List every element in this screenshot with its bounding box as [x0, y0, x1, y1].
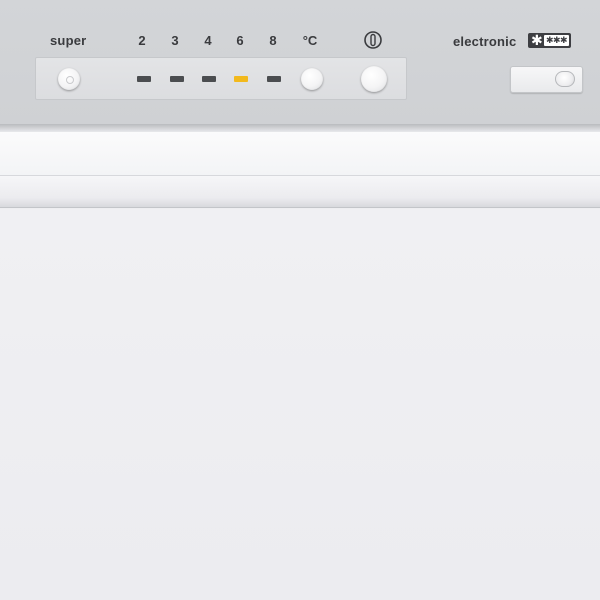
temp-led-6	[234, 76, 248, 82]
panel-seam	[0, 124, 600, 132]
temp-label-4: 4	[204, 33, 212, 48]
temp-led-2	[137, 76, 151, 82]
four-star-freezer-icon: ✱ ✱✱✱	[528, 33, 571, 48]
switch-knob[interactable]	[555, 71, 575, 87]
temp-label-8: 8	[269, 33, 277, 48]
big-star-icon: ✱	[531, 32, 543, 48]
freezer-switch[interactable]	[510, 66, 583, 93]
super-button[interactable]	[58, 68, 80, 90]
temp-label-6: 6	[236, 33, 244, 48]
power-button[interactable]	[361, 66, 387, 92]
temp-led-3	[170, 76, 184, 82]
brand-label: electronic	[453, 34, 517, 49]
temp-led-8	[267, 76, 281, 82]
temp-label-3: 3	[171, 33, 179, 48]
temperature-button[interactable]	[301, 68, 323, 90]
door-handle-gap[interactable]	[0, 176, 600, 208]
temp-led-4	[202, 76, 216, 82]
power-icon	[364, 31, 382, 49]
refrigerator-door	[0, 209, 600, 600]
control-panel: super 2 3 4 6 8 °C electronic ✱ ✱✱✱	[0, 0, 600, 124]
control-strip	[35, 57, 407, 100]
unit-label: °C	[302, 33, 318, 48]
super-label: super	[50, 33, 87, 48]
temp-label-2: 2	[138, 33, 146, 48]
small-stars-icon: ✱✱✱	[544, 35, 569, 46]
door-top-trim	[0, 132, 600, 176]
